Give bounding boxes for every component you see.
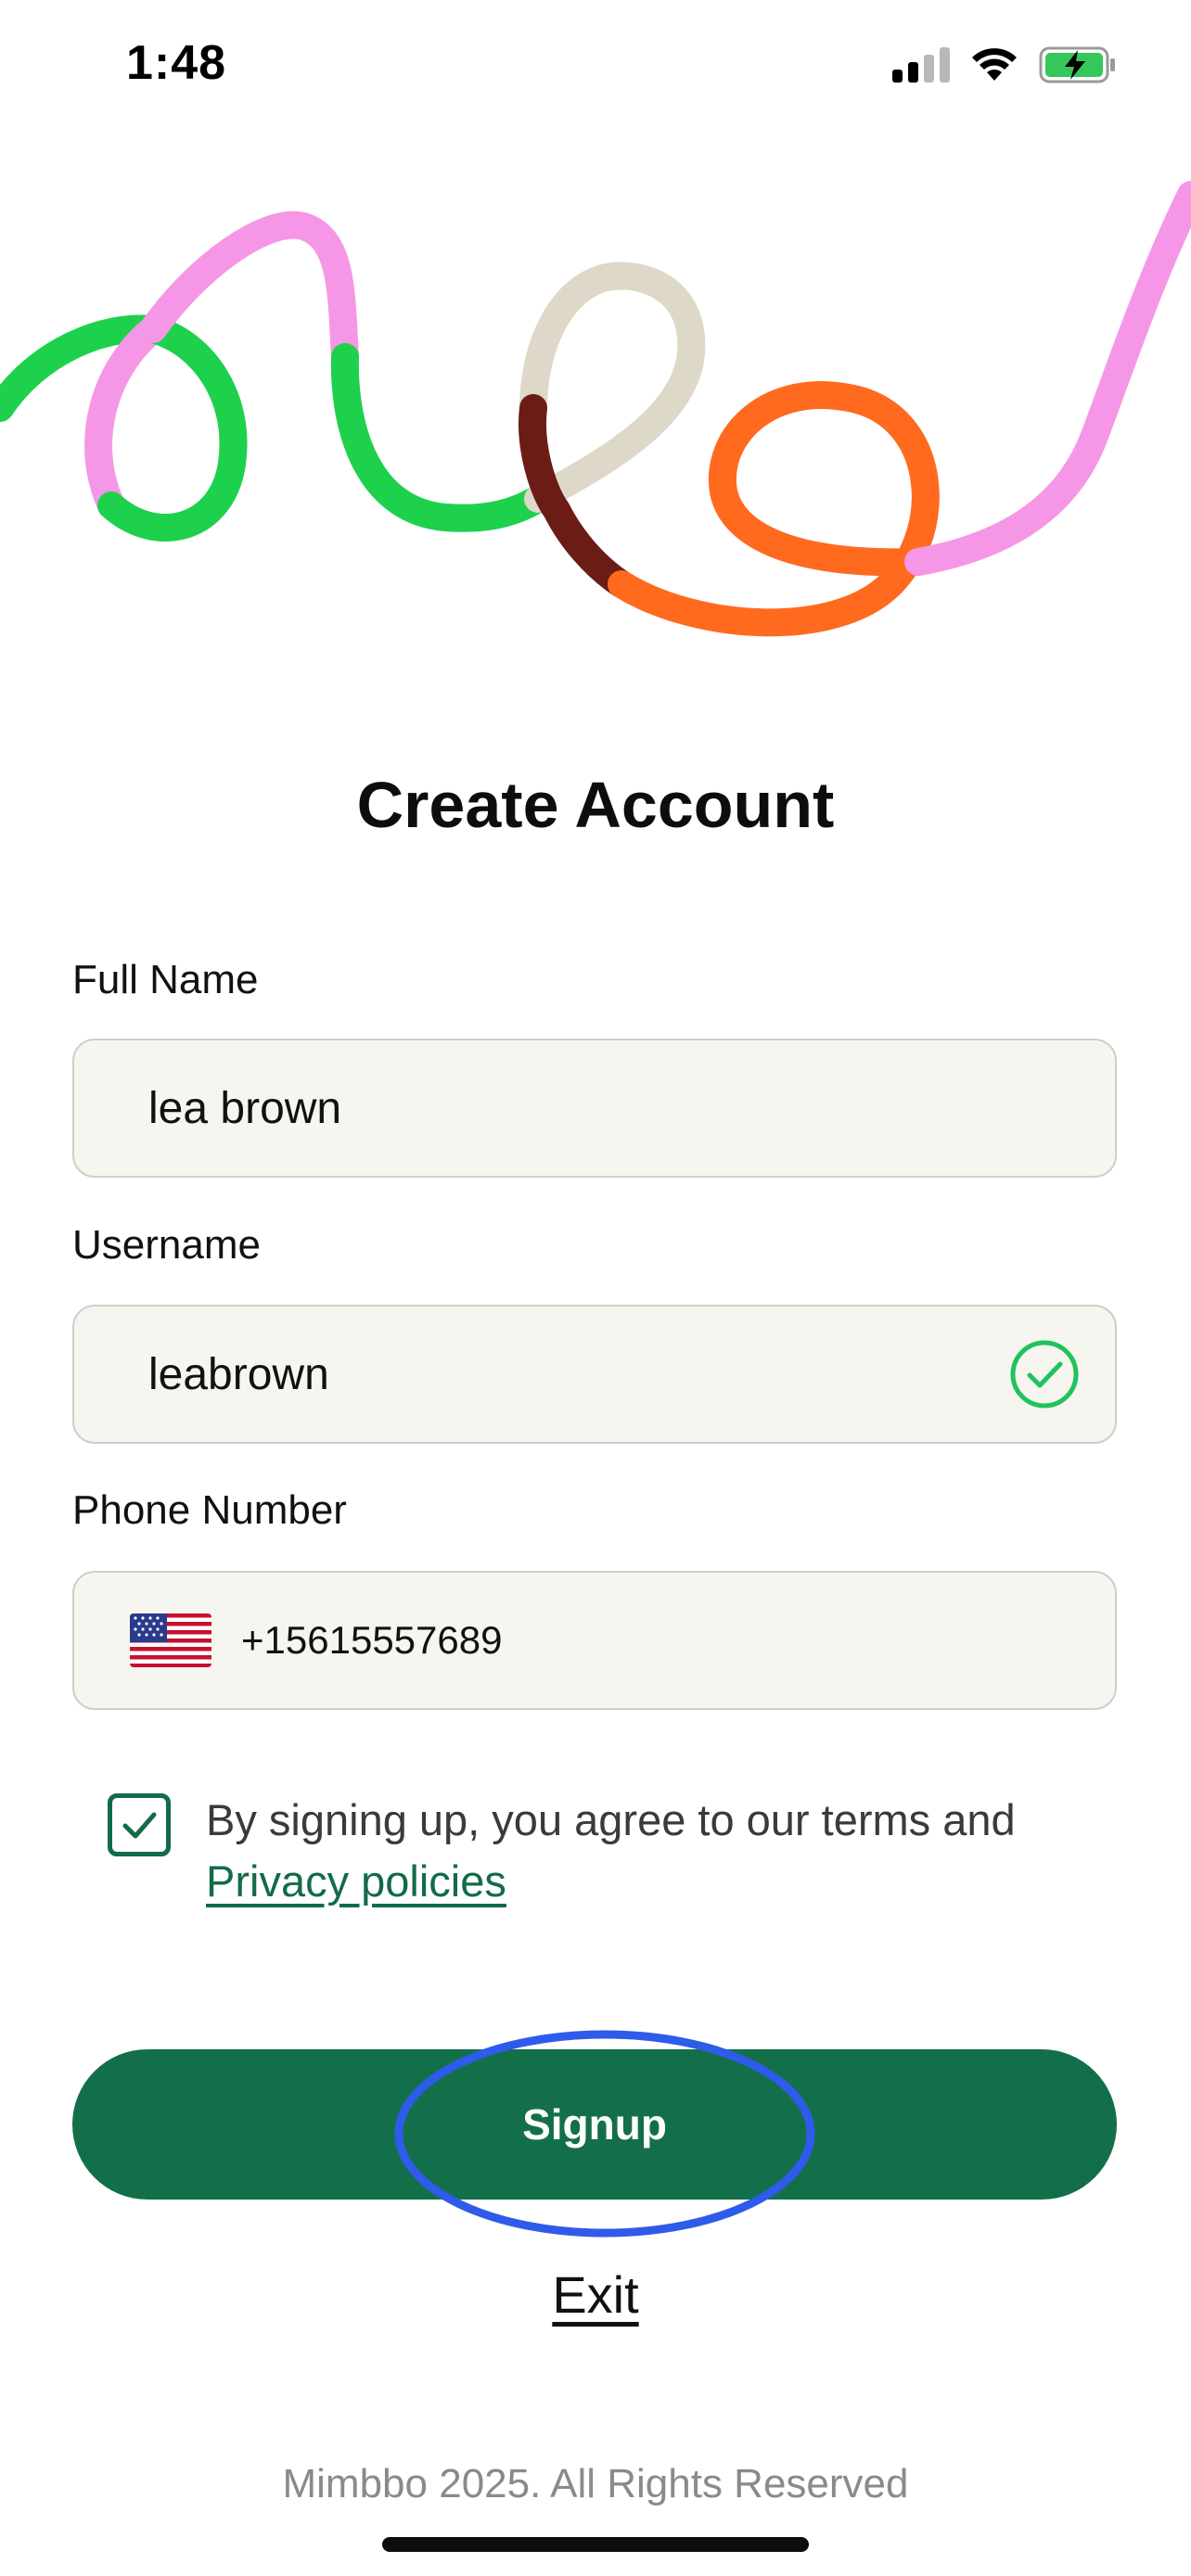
- status-time: 1:48: [126, 36, 227, 90]
- terms-checkbox[interactable]: [108, 1793, 171, 1856]
- checkmark-icon: [122, 1812, 157, 1839]
- terms-text: By signing up, you agree to our terms an…: [206, 1795, 1016, 1844]
- full-name-label: Full Name: [72, 957, 259, 1002]
- phone-label: Phone Number: [72, 1487, 347, 1533]
- privacy-policies-link[interactable]: Privacy policies: [206, 1856, 506, 1906]
- terms-row: By signing up, you agree to our terms an…: [108, 1790, 1128, 1929]
- squiggle-illustration: [0, 181, 1191, 637]
- us-flag-icon[interactable]: [130, 1613, 211, 1667]
- page-title: Create Account: [356, 769, 835, 841]
- highlight-ring: [394, 2030, 815, 2238]
- battery-charging-icon: [1039, 46, 1115, 83]
- full-name-value: lea brown: [148, 1083, 342, 1133]
- phone-value: +15615557689: [241, 1618, 503, 1662]
- username-value: leabrown: [148, 1349, 329, 1399]
- exit-link[interactable]: Exit: [0, 2264, 1191, 2325]
- terms-text-block: By signing up, you agree to our terms an…: [206, 1790, 1016, 1912]
- footer-copyright: Mimbbo 2025. All Rights Reserved: [282, 2461, 909, 2506]
- check-circle-icon: [1010, 1340, 1079, 1409]
- cellular-signal-icon: [892, 47, 950, 83]
- wifi-icon: [972, 48, 1017, 81]
- username-label: Username: [72, 1222, 261, 1268]
- home-indicator: [382, 2537, 809, 2552]
- phone-field[interactable]: +15615557689: [72, 1571, 1117, 1710]
- full-name-field[interactable]: lea brown: [72, 1039, 1117, 1178]
- username-field[interactable]: leabrown: [72, 1305, 1117, 1444]
- status-icons: [892, 46, 1117, 83]
- status-bar: 1:48: [0, 0, 1191, 139]
